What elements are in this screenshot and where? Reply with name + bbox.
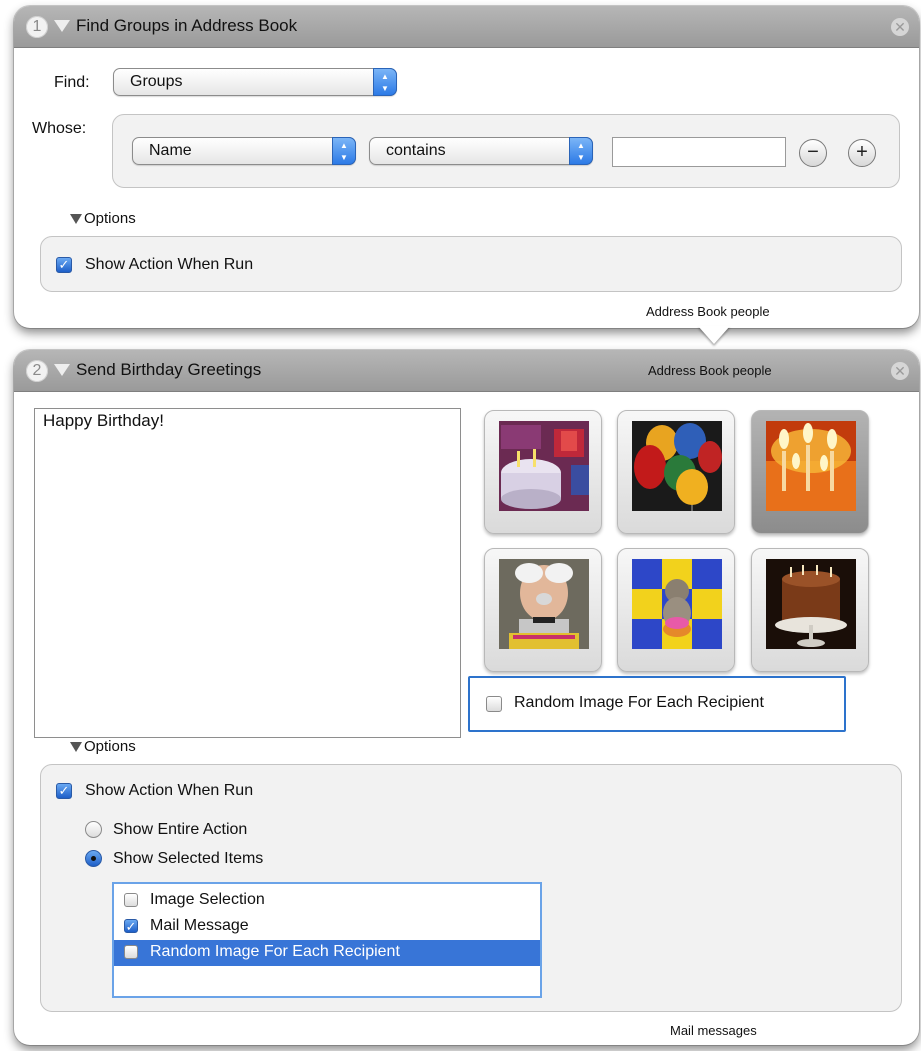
add-criterion-button[interactable]: +: [848, 139, 876, 167]
whose-criteria-box: Name ▲ ▼ contains ▲ ▼ − +: [112, 114, 900, 188]
show-selected-radio[interactable]: [85, 850, 102, 867]
item-checkbox[interactable]: [124, 945, 138, 959]
options-label[interactable]: Options: [84, 210, 136, 227]
item-label: Mail Message: [150, 917, 249, 934]
old-man-with-cake-icon: [499, 559, 589, 649]
input-type-label: Address Book people: [648, 363, 772, 378]
show-action-checkbox[interactable]: ✓: [56, 783, 72, 799]
selected-items-list[interactable]: Image Selection ✓ Mail Message Random Im…: [112, 882, 542, 998]
options-disclosure-icon[interactable]: [70, 742, 82, 752]
item-checkbox[interactable]: [124, 893, 138, 907]
random-image-checkbox[interactable]: [486, 696, 502, 712]
image-tile-old-man[interactable]: [484, 548, 602, 672]
image-tile-cake-presents[interactable]: [484, 410, 602, 534]
remove-criterion-button[interactable]: −: [799, 139, 827, 167]
show-entire-label: Show Entire Action: [113, 821, 248, 838]
image-tile-kitten[interactable]: [617, 548, 735, 672]
output-type-label: Mail messages: [670, 1023, 757, 1038]
popup-arrows-icon: ▲ ▼: [373, 68, 397, 96]
disclosure-triangle-icon[interactable]: [54, 364, 70, 376]
candles-icon: [766, 421, 856, 511]
item-checkbox[interactable]: ✓: [124, 919, 138, 934]
close-icon[interactable]: ✕: [891, 18, 909, 36]
action-header[interactable]: 1 Find Groups in Address Book ✕: [14, 6, 919, 48]
item-label: Image Selection: [150, 891, 265, 908]
options-box: ✓ Show Action When Run: [40, 236, 902, 292]
list-item-image-selection[interactable]: Image Selection: [114, 888, 540, 914]
action-title: Send Birthday Greetings: [76, 360, 262, 379]
operator-popup[interactable]: contains ▲ ▼: [369, 137, 593, 165]
show-action-label: Show Action When Run: [85, 256, 254, 273]
step-number: 1: [26, 16, 48, 38]
popup-arrows-icon: ▲ ▼: [332, 137, 356, 165]
action-find-groups: 1 Find Groups in Address Book ✕ Find: Gr…: [14, 6, 919, 328]
step-number: 2: [26, 360, 48, 382]
options-disclosure-icon[interactable]: [70, 214, 82, 224]
cake-with-presents-icon: [499, 421, 589, 511]
popup-arrows-icon: ▲ ▼: [569, 137, 593, 165]
kitten-with-cupcake-icon: [632, 559, 722, 649]
close-icon[interactable]: ✕: [891, 362, 909, 380]
show-action-checkbox[interactable]: ✓: [56, 257, 72, 273]
image-tile-balloons[interactable]: [617, 410, 735, 534]
connector-notch: [698, 326, 730, 344]
show-entire-radio[interactable]: [85, 821, 102, 838]
list-item-mail-message[interactable]: ✓ Mail Message: [114, 914, 540, 940]
chocolate-cake-icon: [766, 559, 856, 649]
find-popup-value: Groups: [130, 73, 183, 90]
field-popup[interactable]: Name ▲ ▼: [132, 137, 356, 165]
find-label: Find:: [54, 74, 90, 91]
list-item-random-image[interactable]: Random Image For Each Recipient: [114, 940, 540, 966]
disclosure-triangle-icon[interactable]: [54, 20, 70, 32]
operator-popup-value: contains: [386, 142, 446, 159]
image-tile-chocolate-cake[interactable]: [751, 548, 869, 672]
action-send-birthday-greetings: 2 Send Birthday Greetings Address Book p…: [14, 350, 919, 1045]
show-selected-label: Show Selected Items: [113, 850, 264, 867]
options-label[interactable]: Options: [84, 738, 136, 755]
message-textarea[interactable]: Happy Birthday!: [34, 408, 461, 738]
action-header[interactable]: 2 Send Birthday Greetings Address Book p…: [14, 350, 919, 392]
image-tile-candles[interactable]: [751, 410, 869, 534]
item-label: Random Image For Each Recipient: [150, 943, 400, 960]
whose-label: Whose:: [32, 120, 87, 137]
search-value-input[interactable]: [612, 137, 786, 167]
find-popup[interactable]: Groups ▲ ▼: [113, 68, 397, 96]
show-action-label: Show Action When Run: [85, 782, 254, 799]
random-image-option: Random Image For Each Recipient: [468, 676, 846, 732]
output-type-label: Address Book people: [646, 304, 770, 319]
action-title: Find Groups in Address Book: [76, 16, 298, 35]
random-image-label: Random Image For Each Recipient: [514, 694, 764, 711]
field-popup-value: Name: [149, 142, 192, 159]
balloons-icon: [632, 421, 722, 511]
